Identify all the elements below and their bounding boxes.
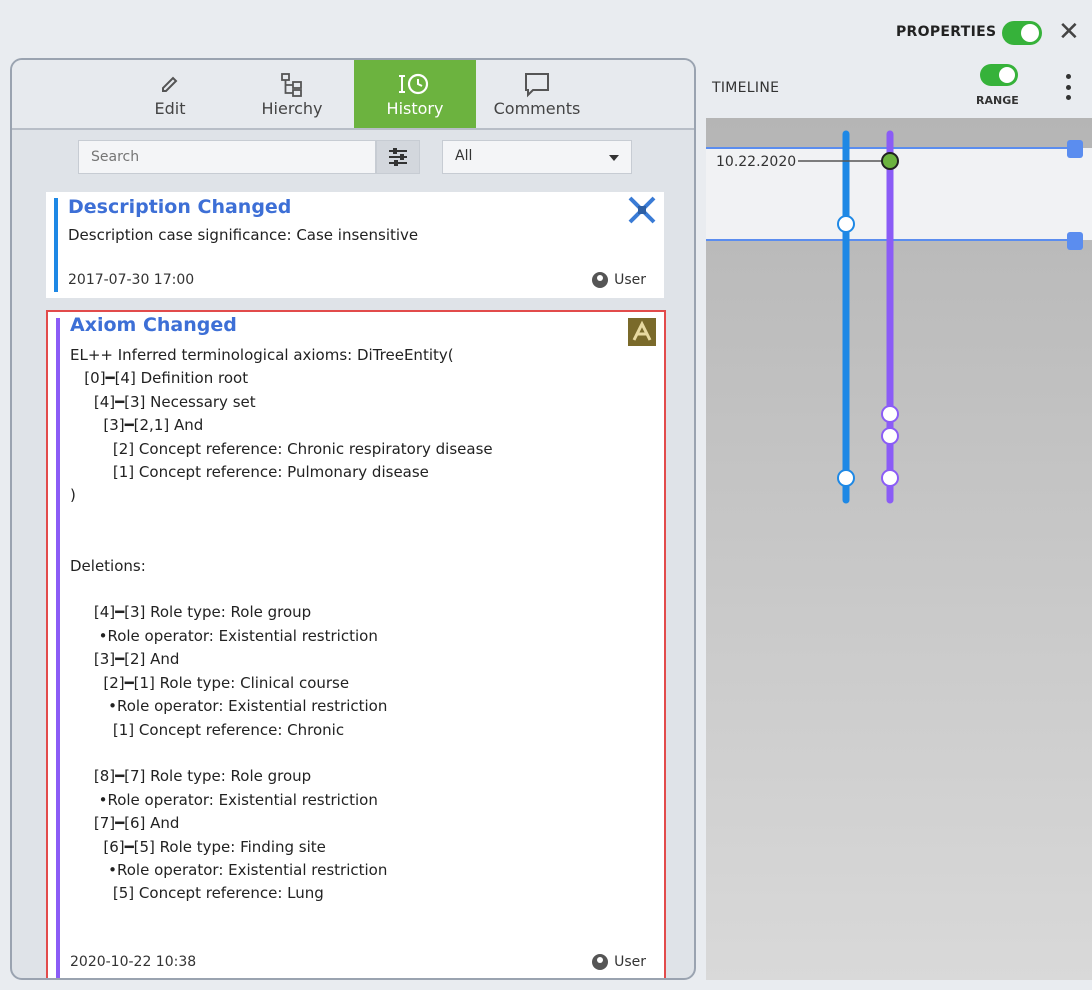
entry-user-name: User <box>614 954 646 970</box>
tab-hierarchy[interactable]: Hierchy <box>230 60 354 128</box>
timeline-date-label: 10.22.2020 <box>716 154 797 170</box>
history-panel: Edit Hierchy History Comments All <box>10 58 696 980</box>
tab-label: Edit <box>154 98 186 118</box>
range-toggle[interactable] <box>980 64 1018 86</box>
range-label: RANGE <box>976 94 1019 107</box>
tab-edit[interactable]: Edit <box>110 60 230 128</box>
axiom-change-icon <box>628 318 656 350</box>
comment-icon <box>523 71 551 99</box>
tab-label: Comments <box>493 98 581 118</box>
history-entry[interactable]: Axiom Changed EL++ Inferred terminologic… <box>46 310 666 978</box>
timeline-node[interactable] <box>837 215 855 233</box>
tab-label: Hierchy <box>261 98 323 118</box>
entry-accent-bar <box>54 198 58 292</box>
entry-title: Axiom Changed <box>70 314 237 336</box>
entry-title: Description Changed <box>68 196 292 218</box>
filter-settings-button[interactable] <box>376 140 420 174</box>
toggle-knob <box>999 67 1015 83</box>
close-icon[interactable]: ✕ <box>1058 18 1080 46</box>
user-icon <box>592 954 609 970</box>
timeline-node[interactable] <box>881 469 899 487</box>
select-value: All <box>455 148 473 164</box>
properties-toggle[interactable] <box>1002 21 1042 45</box>
timeline-node[interactable] <box>881 405 899 423</box>
timeline-node[interactable] <box>881 427 899 445</box>
entry-user: User <box>592 272 646 288</box>
range-end-handle[interactable] <box>1067 232 1083 250</box>
timeline-node-selected[interactable] <box>881 152 899 170</box>
sliders-icon <box>389 148 407 166</box>
entry-date: 2017-07-30 17:00 <box>68 272 195 288</box>
user-icon <box>592 272 609 288</box>
more-options-icon[interactable] <box>1066 74 1072 100</box>
tab-bar: Edit Hierchy History Comments <box>12 60 694 130</box>
tab-history[interactable]: History <box>354 60 476 128</box>
history-entry[interactable]: Description Changed Description case sig… <box>46 192 664 298</box>
history-icon <box>399 71 431 99</box>
timeline-title: TIMELINE <box>712 80 780 96</box>
entry-body: Description case significance: Case inse… <box>68 226 419 244</box>
entry-accent-bar <box>56 318 60 978</box>
entry-body: EL++ Inferred terminological axioms: DiT… <box>70 346 493 903</box>
history-filter-select[interactable]: All <box>442 140 632 174</box>
hierarchy-icon <box>279 71 305 99</box>
timeline-graph <box>706 130 1092 504</box>
timeline-node[interactable] <box>837 469 855 487</box>
chevron-down-icon <box>609 155 619 161</box>
toggle-knob <box>1021 24 1039 42</box>
top-bar: PROPERTIES ✕ <box>0 0 1092 60</box>
description-change-icon <box>628 196 656 228</box>
entry-date: 2020-10-22 10:38 <box>70 954 197 970</box>
pencil-icon <box>159 71 181 99</box>
range-start-handle[interactable] <box>1067 140 1083 158</box>
entry-user: User <box>592 954 646 970</box>
tab-comments[interactable]: Comments <box>476 60 598 128</box>
tab-label: History <box>386 98 444 118</box>
properties-label: PROPERTIES <box>896 24 997 40</box>
search-input[interactable] <box>78 140 376 174</box>
entry-user-name: User <box>614 272 646 288</box>
